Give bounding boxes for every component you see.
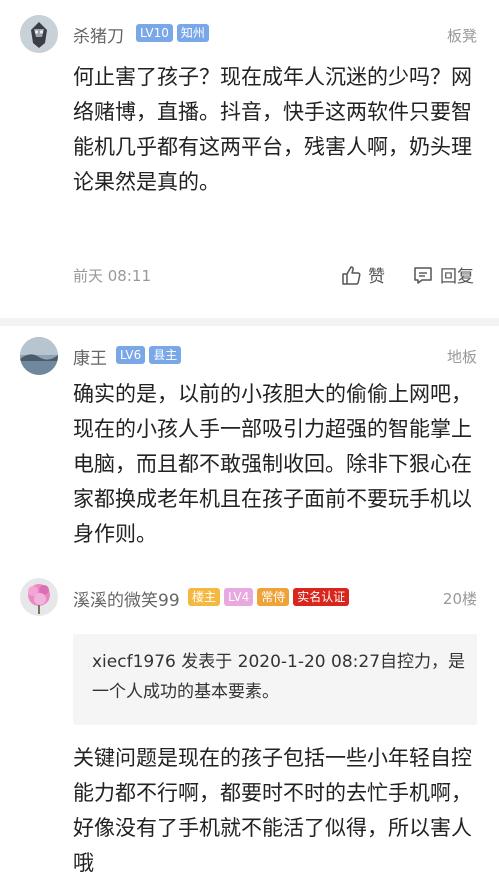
op-badge: 楼主 xyxy=(188,588,221,606)
badges: LV10 知州 xyxy=(136,24,209,42)
comment-icon xyxy=(414,266,432,284)
quoted-comment: xiecf1976 发表于 2020-1-20 08:27自控力，是一个人成功的… xyxy=(73,634,477,725)
comment-1: 杀猪刀 LV10 知州 板凳 何止害了孩子？现在成年人沉迷的少吗？网络赌博，直播… xyxy=(0,0,499,318)
comment-2: 康王 LV6 县主 地板 确实的是，以前的小孩胆大的偷偷上网吧，现在的小孩人手一… xyxy=(0,326,499,566)
level-badge: LV6 xyxy=(116,346,146,364)
title-badge: 常侍 xyxy=(257,588,290,606)
author-name[interactable]: 康王 xyxy=(73,344,107,369)
floor-label: 20楼 xyxy=(442,590,477,608)
badges: LV6 县主 xyxy=(116,346,182,364)
title-badge: 县主 xyxy=(149,346,182,364)
avatar[interactable] xyxy=(20,337,58,375)
post-time: 前天 08:11 xyxy=(73,267,151,285)
comment-text: 何止害了孩子？现在成年人沉迷的少吗？网络赌博，直播。抖音，快手这两软件只要智能机… xyxy=(73,65,472,194)
reply-label: 回复 xyxy=(440,267,474,287)
comment-text: 关键问题是现在的孩子包括一些小年轻自控能力都不行啊，都要时不时的去忙手机啊，好像… xyxy=(73,746,472,875)
author-name[interactable]: 溪溪的微笑99 xyxy=(73,586,180,611)
avatar[interactable] xyxy=(20,578,58,616)
reply-button[interactable]: 回复 xyxy=(412,262,474,287)
avatar[interactable] xyxy=(20,15,58,53)
verified-badge: 实名认证 xyxy=(293,588,350,606)
author-name[interactable]: 杀猪刀 xyxy=(73,22,124,47)
level-badge: LV10 xyxy=(136,24,173,42)
like-button[interactable]: 赞 xyxy=(340,262,385,287)
floor-label: 板凳 xyxy=(446,27,477,45)
comment-3: 溪溪的微笑99 楼主 LV4 常侍 实名认证 20楼 xiecf1976 发表于… xyxy=(0,566,499,894)
thumb-up-icon xyxy=(342,265,361,285)
section-divider xyxy=(0,318,499,326)
floor-label: 地板 xyxy=(446,348,477,366)
like-label: 赞 xyxy=(368,267,385,287)
level-badge: LV4 xyxy=(224,588,254,606)
quote-text: xiecf1976 发表于 2020-1-20 08:27自控力，是一个人成功的… xyxy=(92,652,466,702)
comment-text: 确实的是，以前的小孩胆大的偷偷上网吧，现在的小孩人手一部吸引力超强的智能掌上电脑… xyxy=(73,382,472,546)
title-badge: 知州 xyxy=(176,24,209,42)
badges: 楼主 LV4 常侍 实名认证 xyxy=(188,588,350,606)
